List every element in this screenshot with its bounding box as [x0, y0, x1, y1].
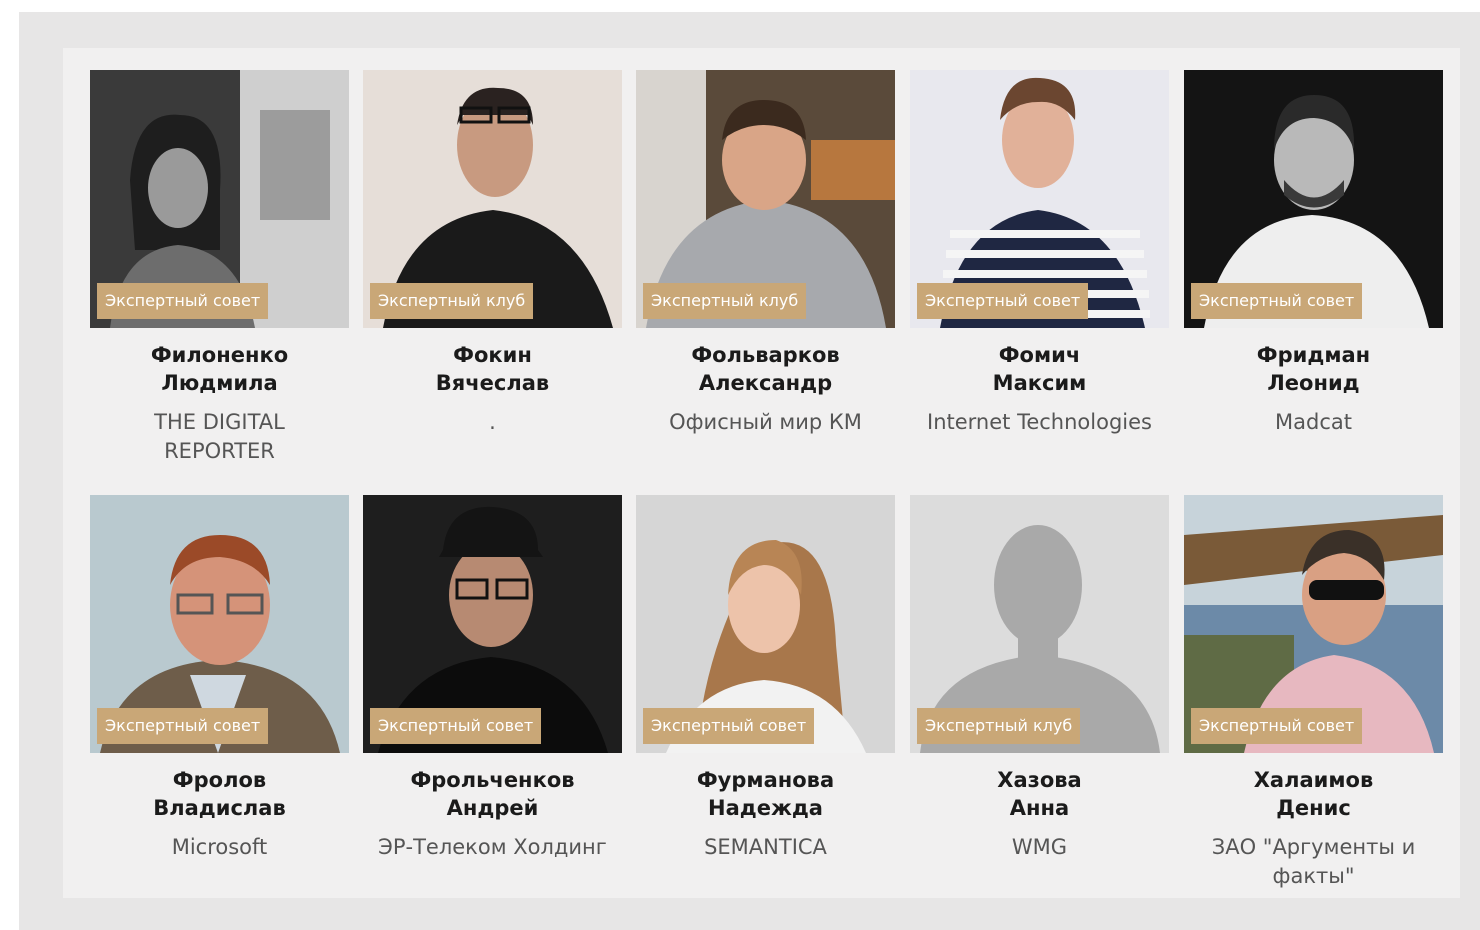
- expert-photo[interactable]: Экспертный клуб: [636, 70, 895, 328]
- expert-photo[interactable]: Экспертный клуб: [910, 495, 1169, 753]
- expert-card[interactable]: Экспертный клуб Хазова Анна WMG: [910, 495, 1169, 862]
- expert-badge: Экспертный совет: [1191, 283, 1363, 319]
- expert-photo[interactable]: Экспертный совет: [90, 70, 349, 328]
- expert-company: Офисный мир КМ: [669, 410, 862, 434]
- expert-card[interactable]: Экспертный совет Фрольченков Андрей ЭР-Т…: [363, 495, 622, 862]
- expert-card[interactable]: Экспертный совет Фомич Максим Internet T…: [910, 70, 1169, 437]
- expert-card[interactable]: Экспертный совет Фролов Владислав Micros…: [90, 495, 349, 862]
- expert-badge: Экспертный совет: [1191, 708, 1363, 744]
- expert-name[interactable]: Фольварков Александр: [636, 341, 895, 397]
- expert-photo[interactable]: Экспертный совет: [636, 495, 895, 753]
- expert-name[interactable]: Фридман Леонид: [1184, 341, 1443, 397]
- expert-photo[interactable]: Экспертный совет: [910, 70, 1169, 328]
- expert-name[interactable]: Филоненко Людмила: [90, 341, 349, 397]
- expert-name[interactable]: Хазова Анна: [910, 766, 1169, 822]
- expert-photo[interactable]: Экспертный совет: [1184, 70, 1443, 328]
- expert-photo[interactable]: Экспертный клуб: [363, 70, 622, 328]
- expert-company: Internet Technologies: [927, 410, 1152, 434]
- expert-company: WMG: [1011, 835, 1068, 859]
- expert-company: Microsoft: [171, 835, 268, 859]
- expert-name[interactable]: Фокин Вячеслав: [363, 341, 622, 397]
- expert-company: ЗАО "Аргументы и факты": [1211, 835, 1416, 888]
- expert-company: SEMANTICA: [704, 835, 827, 859]
- expert-card[interactable]: Экспертный совет Филоненко Людмила THE D…: [90, 70, 349, 466]
- expert-name[interactable]: Фурманова Надежда: [636, 766, 895, 822]
- experts-grid: Экспертный совет Филоненко Людмила THE D…: [63, 48, 1460, 898]
- expert-company: THE DIGITAL REPORTER: [154, 410, 285, 463]
- expert-photo[interactable]: Экспертный совет: [363, 495, 622, 753]
- expert-name[interactable]: Фрольченков Андрей: [363, 766, 622, 822]
- expert-badge: Экспертный совет: [97, 283, 269, 319]
- expert-card[interactable]: Экспертный клуб Фокин Вячеслав .: [363, 70, 622, 437]
- expert-badge: Экспертный совет: [370, 708, 542, 744]
- expert-badge: Экспертный клуб: [917, 708, 1081, 744]
- expert-name[interactable]: Халаимов Денис: [1184, 766, 1443, 822]
- expert-badge: Экспертный совет: [97, 708, 269, 744]
- expert-company: .: [489, 410, 496, 434]
- expert-name[interactable]: Фомич Максим: [910, 341, 1169, 397]
- expert-photo[interactable]: Экспертный совет: [1184, 495, 1443, 753]
- expert-company: Madcat: [1275, 410, 1352, 434]
- expert-badge: Экспертный совет: [643, 708, 815, 744]
- expert-card[interactable]: Экспертный совет Фурманова Надежда SEMAN…: [636, 495, 895, 862]
- expert-badge: Экспертный клуб: [370, 283, 534, 319]
- expert-company: ЭР-Телеком Холдинг: [378, 835, 607, 859]
- expert-badge: Экспертный клуб: [643, 283, 807, 319]
- expert-card[interactable]: Экспертный совет Фридман Леонид Madcat: [1184, 70, 1443, 437]
- expert-badge: Экспертный совет: [917, 283, 1089, 319]
- expert-card[interactable]: Экспертный клуб Фольварков Александр Офи…: [636, 70, 895, 437]
- expert-photo[interactable]: Экспертный совет: [90, 495, 349, 753]
- expert-card[interactable]: Экспертный совет Халаимов Денис ЗАО "Арг…: [1184, 495, 1443, 891]
- expert-name[interactable]: Фролов Владислав: [90, 766, 349, 822]
